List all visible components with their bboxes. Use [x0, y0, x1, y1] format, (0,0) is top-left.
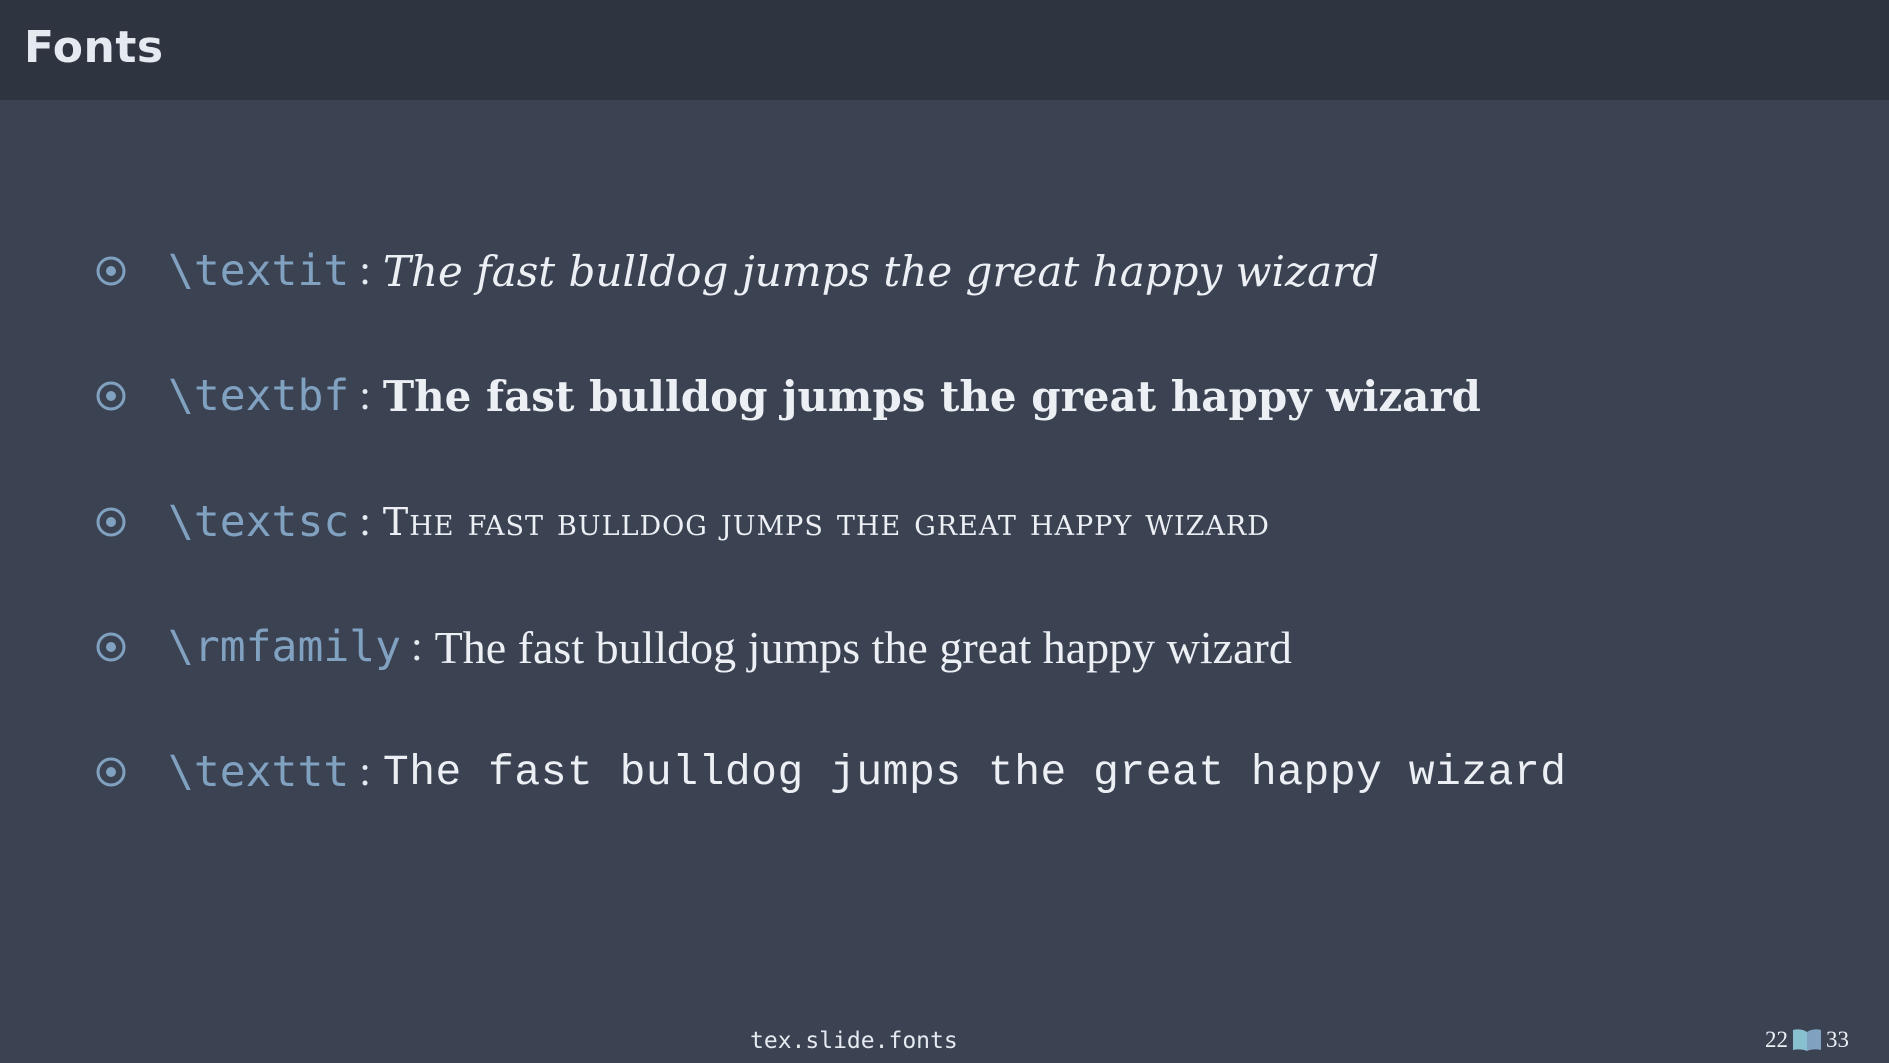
circled-dot-icon: [96, 757, 126, 787]
slide-header: Fonts: [0, 0, 1889, 100]
list-item-textit: \textit : The fast bulldog jumps the gre…: [94, 236, 1379, 306]
separator: :: [359, 373, 371, 419]
circled-dot-icon: [96, 381, 126, 411]
command-name: \rmfamily: [168, 622, 401, 672]
separator: :: [359, 499, 371, 545]
separator: :: [359, 248, 371, 294]
typewriter-sample-text: The fast bulldog jumps the great happy w…: [382, 747, 1567, 797]
command-name: \textbf: [168, 371, 350, 421]
list-item-texttt: \texttt : The fast bulldog jumps the gre…: [94, 737, 1567, 807]
list-item-rmfamily: \rmfamily : The fast bulldog jumps the g…: [94, 612, 1292, 682]
small-caps-sample-text: The fast bulldog jumps the great happy w…: [382, 500, 1270, 544]
command-name: \textsc: [168, 497, 350, 547]
italic-sample-text: The fast bulldog jumps the great happy w…: [382, 246, 1380, 296]
circled-dot-icon: [96, 256, 126, 286]
command-name: \textit: [168, 246, 350, 296]
slide-title: Fonts: [24, 22, 164, 73]
command-name: \texttt: [168, 747, 350, 797]
footer-label: tex.slide.fonts: [750, 1028, 958, 1054]
current-page-number: 22: [1765, 1027, 1788, 1052]
list-item-textsc: \textsc : The fast bulldog jumps the gre…: [94, 487, 1270, 557]
circled-dot-icon: [96, 632, 126, 662]
circled-dot-icon: [96, 507, 126, 537]
page-counter: 22 33: [1765, 1027, 1849, 1053]
book-icon: [1793, 1029, 1821, 1051]
total-pages-number: 33: [1826, 1027, 1849, 1052]
separator: :: [411, 624, 423, 670]
separator: :: [359, 749, 371, 795]
bold-sample-text: The fast bulldog jumps the great happy w…: [382, 371, 1481, 421]
list-item-textbf: \textbf : The fast bulldog jumps the gre…: [94, 361, 1481, 431]
roman-sample-text: The fast bulldog jumps the great happy w…: [434, 621, 1292, 673]
